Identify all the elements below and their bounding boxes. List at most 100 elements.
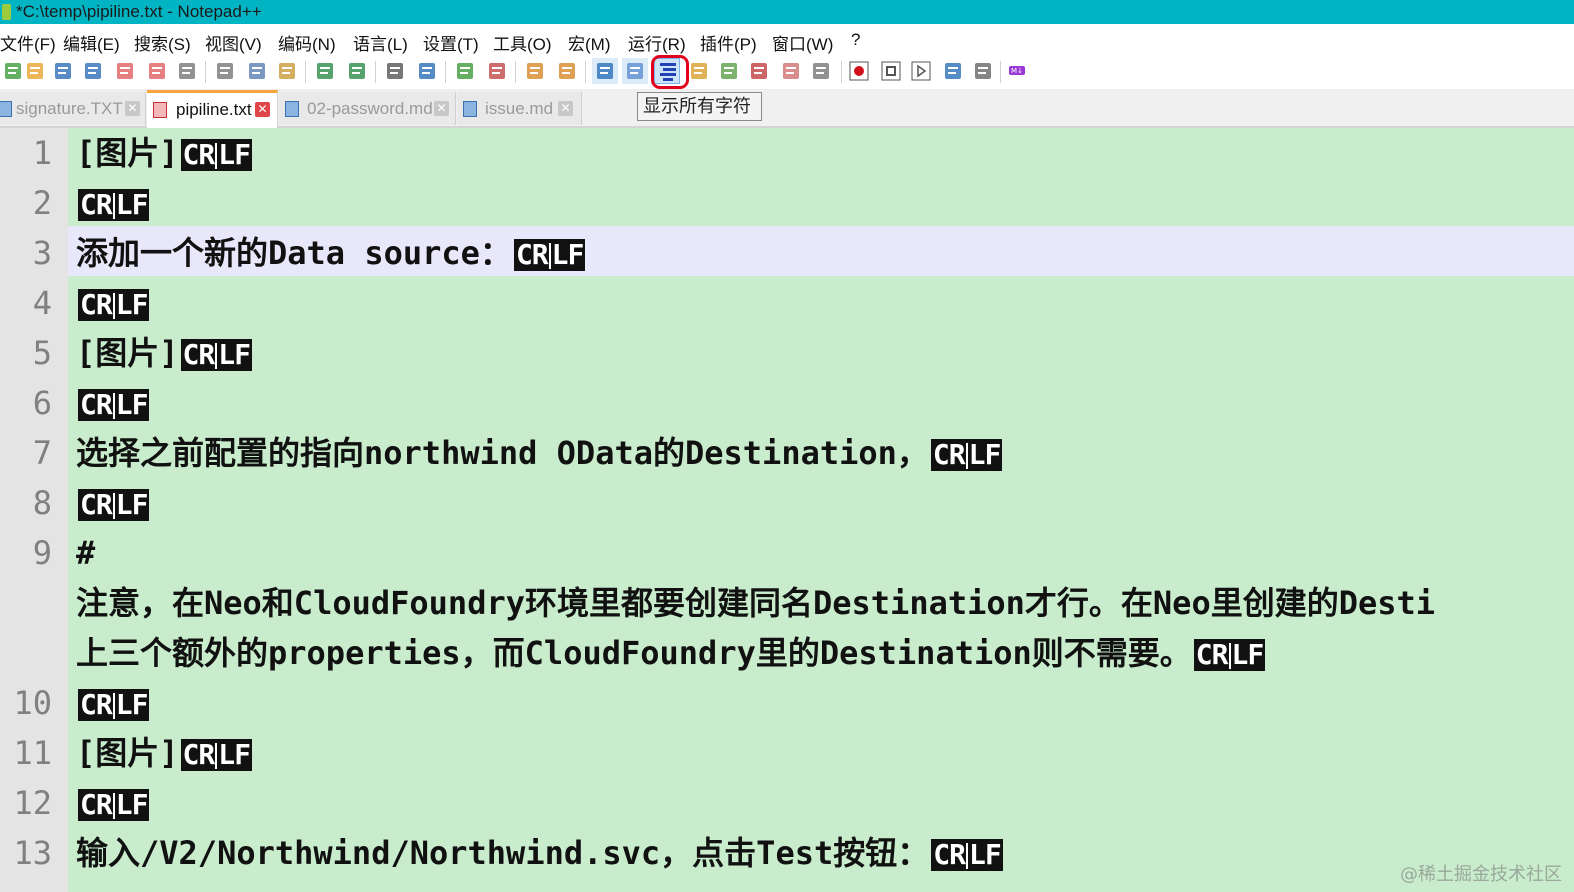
eol-marker: CR LF <box>78 388 150 421</box>
toolbar-separator <box>1000 61 1001 83</box>
lf-marker: LF <box>551 238 585 271</box>
line-number: 7 <box>32 434 52 472</box>
close-icon[interactable] <box>112 58 138 84</box>
cr-marker: CR <box>80 288 113 321</box>
word-wrap-icon[interactable] <box>592 58 618 84</box>
menu-help[interactable]: ? <box>851 30 860 50</box>
tab-label: signature.TXT <box>16 99 123 118</box>
cr-marker: CR <box>80 488 113 521</box>
close-all-icon[interactable] <box>144 58 170 84</box>
unsaved-file-icon <box>153 102 167 118</box>
redo-icon[interactable] <box>344 58 370 84</box>
menu-edit[interactable]: 编辑(E) <box>63 30 120 55</box>
editor-area[interactable]: 1 [图片] CR LF 2 CR LF 3 添加一个新的Data source： CR LF 4 CR… <box>0 128 1574 892</box>
line-text: [图片] <box>76 334 179 372</box>
svg-text:M↓: M↓ <box>1011 67 1023 75</box>
tab-signature[interactable]: signature.TXT ✕ <box>0 92 146 125</box>
sync-horizontal-icon[interactable] <box>554 58 580 84</box>
editor-line[interactable]: CR LF <box>76 178 150 228</box>
menu-view[interactable]: 视图(V) <box>205 30 262 55</box>
cr-marker: CR <box>182 138 216 171</box>
zoom-in-icon[interactable] <box>452 58 478 84</box>
editor-line[interactable]: CR LF <box>76 478 150 528</box>
find-icon[interactable] <box>382 58 408 84</box>
close-tab-icon[interactable]: ✕ <box>125 101 140 116</box>
cr-marker: CR <box>182 338 216 371</box>
close-tab-icon[interactable]: ✕ <box>558 101 573 116</box>
tab-pipiline[interactable]: pipiline.txt ✕ <box>147 90 278 128</box>
print-icon[interactable] <box>174 58 200 84</box>
lf-marker: LF <box>115 688 149 721</box>
highlight-ring <box>651 55 689 89</box>
cr-marker: CR <box>515 238 549 271</box>
markdown-icon[interactable]: M↓ <box>1006 58 1032 84</box>
copy-icon[interactable] <box>244 58 270 84</box>
run-macro-multiple-icon[interactable] <box>940 58 966 84</box>
editor-line[interactable]: 注意，在Neo和CloudFoundry环境里都要创建同名Destination… <box>76 578 1435 628</box>
tab-bar: signature.TXT ✕ pipiline.txt ✕ 02-passwo… <box>0 90 1574 128</box>
save-macro-icon[interactable] <box>970 58 996 84</box>
paste-icon[interactable] <box>274 58 300 84</box>
function-list-icon[interactable] <box>746 58 772 84</box>
line-number: 6 <box>32 384 52 422</box>
lf-marker: LF <box>115 288 149 321</box>
menu-plugins[interactable]: 插件(P) <box>700 30 757 55</box>
line-number: 2 <box>32 184 52 222</box>
indent-guide-icon[interactable] <box>686 58 712 84</box>
menu-window[interactable]: 窗口(W) <box>772 30 833 55</box>
toolbar-separator <box>445 61 446 83</box>
editor-line[interactable]: 添加一个新的Data source： CR LF <box>76 228 586 278</box>
menu-tools[interactable]: 工具(O) <box>493 30 552 55</box>
menu-run[interactable]: 运行(R) <box>628 30 686 55</box>
show-symbols-icon[interactable] <box>622 58 648 84</box>
saved-file-icon <box>285 101 299 117</box>
editor-line[interactable]: [图片] CR LF <box>76 728 252 778</box>
editor-line[interactable]: 选择之前配置的指向northwind OData的Destination， CR L… <box>76 428 1003 478</box>
editor-line[interactable]: CR LF <box>76 678 150 728</box>
eol-marker: CR LF <box>513 238 586 271</box>
menu-settings[interactable]: 设置(T) <box>423 30 479 55</box>
cut-icon[interactable] <box>212 58 238 84</box>
eol-marker: CR LF <box>1193 639 1266 671</box>
line-number: 3 <box>32 234 52 272</box>
doc-map-icon[interactable] <box>716 58 742 84</box>
undo-icon[interactable] <box>312 58 338 84</box>
line-text: 输入/V2/Northwind/Northwind.svc，点击Test按钮： <box>76 834 930 872</box>
editor-line[interactable]: 上三个额外的properties，而CloudFoundry里的Destinat… <box>76 628 1266 678</box>
record-macro-icon[interactable] <box>846 58 872 84</box>
cr-marker: CR <box>80 388 113 421</box>
eol-marker: CR LF <box>931 838 1003 871</box>
sync-vertical-icon[interactable] <box>522 58 548 84</box>
cr-marker: CR <box>933 838 966 871</box>
stop-record-icon[interactable] <box>878 58 904 84</box>
toolbar-separator <box>305 61 306 83</box>
menu-search[interactable]: 搜索(S) <box>134 30 191 55</box>
menu-macro[interactable]: 宏(M) <box>568 30 610 55</box>
replace-icon[interactable] <box>414 58 440 84</box>
editor-line[interactable]: [图片] CR LF <box>76 128 252 178</box>
toolbar-separator <box>205 61 206 83</box>
toolbar-separator <box>515 61 516 83</box>
folder-workspace-icon[interactable] <box>778 58 804 84</box>
editor-line[interactable]: CR LF <box>76 378 150 428</box>
zoom-out-icon[interactable] <box>484 58 510 84</box>
tooltip: 显示所有字符 <box>637 92 762 121</box>
save-icon[interactable] <box>50 58 76 84</box>
menu-file[interactable]: 文件(F) <box>0 30 56 55</box>
editor-line[interactable]: 输入/V2/Northwind/Northwind.svc，点击Test按钮： C… <box>76 828 1003 878</box>
play-macro-icon[interactable] <box>908 58 934 84</box>
editor-line[interactable]: CR LF <box>76 278 150 328</box>
tab-issue[interactable]: issue.md ✕ <box>457 92 582 125</box>
close-tab-icon[interactable]: ✕ <box>255 102 270 117</box>
tab-02-password[interactable]: 02-password.md ✕ <box>279 92 456 125</box>
eol-marker: CR LF <box>78 688 150 721</box>
editor-line[interactable]: # <box>76 528 95 578</box>
menu-encoding[interactable]: 编码(N) <box>278 30 336 55</box>
editor-line[interactable]: CR LF <box>76 778 150 828</box>
save-all-icon[interactable] <box>80 58 106 84</box>
menu-language[interactable]: 语言(L) <box>353 30 408 55</box>
close-tab-icon[interactable]: ✕ <box>434 101 449 116</box>
open-file-icon[interactable] <box>22 58 48 84</box>
editor-line[interactable]: [图片] CR LF <box>76 328 252 378</box>
monitor-icon[interactable] <box>808 58 834 84</box>
